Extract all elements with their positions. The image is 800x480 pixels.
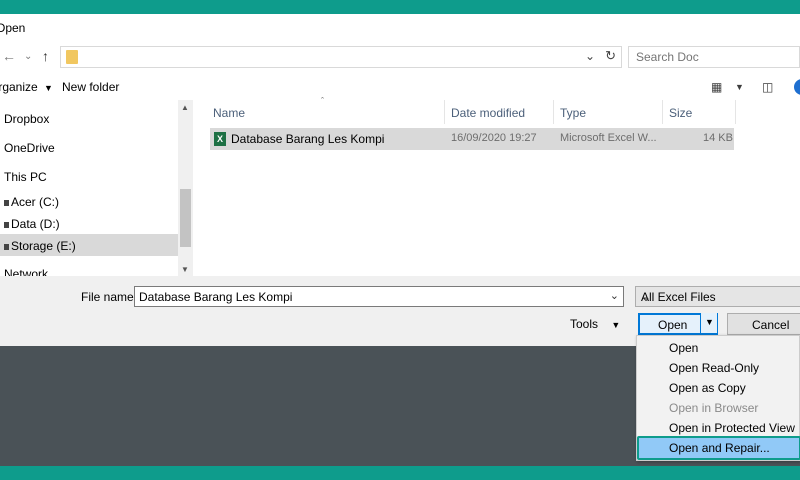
file-date-modified: 16/09/2020 19:27 (451, 132, 537, 144)
column-divider (553, 100, 554, 124)
file-size: 14 KB (703, 132, 733, 144)
frame-top-bar (0, 0, 800, 14)
column-header-date-modified[interactable]: Date modified (451, 106, 525, 120)
file-name: Database Barang Les Kompi (231, 132, 385, 146)
nav-item-data-d[interactable]: Data (D:) (4, 217, 60, 231)
file-name-label: File name: (81, 290, 138, 304)
cancel-button[interactable]: Cancel (727, 313, 800, 335)
search-input[interactable] (629, 47, 789, 67)
chevron-down-icon: ⌄ (641, 290, 652, 304)
open-options-menu: Open Open Read-Only Open as Copy Open in… (636, 335, 800, 461)
caret-down-icon: ▼ (611, 320, 621, 330)
file-list-pane: ˆ Name Date modified Type Size X Databas… (193, 96, 800, 276)
nav-item-label: Storage (E:) (11, 239, 76, 253)
menu-item-open-in-protected-view[interactable]: Open in Protected View (669, 421, 795, 435)
caret-down-icon: ▼ (44, 83, 53, 93)
scroll-down-arrow-icon[interactable]: ▼ (181, 265, 189, 274)
excel-file-icon: X (214, 132, 226, 146)
drive-icon (4, 199, 9, 206)
view-options-icon[interactable]: ▦ (711, 80, 722, 94)
toolbar: Organize ▼ New folder ▦ ▼ ◫ (0, 74, 800, 100)
column-header-type[interactable]: Type (560, 106, 586, 120)
open-dialog: Open ← ⌄ ↑ ⌄ ↻ Organize ▼ New folder ▦ ▼… (0, 14, 800, 346)
chevron-down-icon[interactable]: ⌄ (585, 49, 595, 63)
address-bar[interactable]: ⌄ ↻ (60, 46, 622, 68)
frame-bottom-bar (0, 466, 800, 480)
new-folder-button[interactable]: New folder (62, 80, 119, 94)
menu-item-open[interactable]: Open (669, 341, 698, 355)
menu-item-open-as-copy[interactable]: Open as Copy (669, 381, 746, 395)
scroll-up-arrow-icon[interactable]: ▲ (181, 103, 189, 112)
menu-item-open-in-browser: Open in Browser (669, 401, 759, 415)
preview-pane-icon[interactable]: ◫ (762, 80, 773, 94)
address-row: ← ⌄ ↑ ⌄ ↻ (0, 42, 800, 74)
help-icon[interactable] (794, 79, 800, 95)
navigation-pane: Dropbox OneDrive This PC Acer (C:) Data … (0, 100, 193, 276)
caret-down-icon: ▼ (705, 317, 714, 327)
nav-item-dropbox[interactable]: Dropbox (4, 112, 49, 126)
nav-scrollbar-thumb[interactable] (180, 189, 191, 247)
open-button-label: Open (658, 318, 688, 332)
caret-down-icon[interactable]: ▼ (735, 82, 744, 92)
nav-item-label: Acer (C:) (11, 195, 59, 209)
nav-scrollbar[interactable] (178, 100, 193, 276)
menu-item-open-and-repair[interactable]: Open and Repair... (669, 441, 770, 455)
drive-icon (4, 243, 9, 250)
drive-icon (4, 221, 9, 228)
column-divider (735, 100, 736, 124)
nav-item-this-pc[interactable]: This PC (4, 170, 47, 184)
column-header-size[interactable]: Size (669, 106, 692, 120)
open-split-arrow-button[interactable]: ▼ (700, 313, 717, 333)
refresh-icon[interactable]: ↻ (605, 48, 616, 64)
column-divider (444, 100, 445, 124)
tools-label: Tools (570, 317, 599, 331)
file-name-field[interactable]: ⌄ (134, 286, 624, 307)
nav-item-onedrive[interactable]: OneDrive (4, 141, 55, 155)
column-divider (662, 100, 663, 124)
nav-item-label: Data (D:) (11, 217, 60, 231)
chevron-down-icon[interactable]: ⌄ (610, 289, 619, 302)
title-bar: Open (0, 14, 800, 42)
forward-chevron-icon[interactable]: ⌄ (24, 51, 32, 62)
sort-ascending-icon: ˆ (321, 96, 324, 106)
organize-label: Organize (0, 80, 38, 94)
nav-item-network[interactable]: Network (4, 267, 48, 276)
file-type: Microsoft Excel W... (560, 132, 657, 144)
nav-item-acer-c[interactable]: Acer (C:) (4, 195, 59, 209)
menu-item-open-read-only[interactable]: Open Read-Only (669, 361, 759, 375)
window-title: Open (0, 21, 26, 35)
tools-button[interactable]: Tools ▼ (570, 317, 620, 331)
column-header-name[interactable]: Name (213, 106, 245, 120)
search-box[interactable] (628, 46, 800, 68)
folder-icon (66, 50, 78, 64)
up-arrow-icon[interactable]: ↑ (42, 48, 49, 64)
file-type-filter[interactable]: All Excel Files ⌄ (635, 286, 800, 307)
back-arrow-icon[interactable]: ← (2, 48, 16, 64)
organize-button[interactable]: Organize ▼ (0, 80, 53, 94)
file-name-input[interactable] (135, 287, 605, 306)
file-type-filter-value: All Excel Files (641, 290, 716, 304)
file-row[interactable]: X Database Barang Les Kompi 16/09/2020 1… (210, 128, 734, 150)
cancel-button-label: Cancel (752, 318, 790, 332)
nav-item-storage-e[interactable]: Storage (E:) (4, 239, 76, 253)
